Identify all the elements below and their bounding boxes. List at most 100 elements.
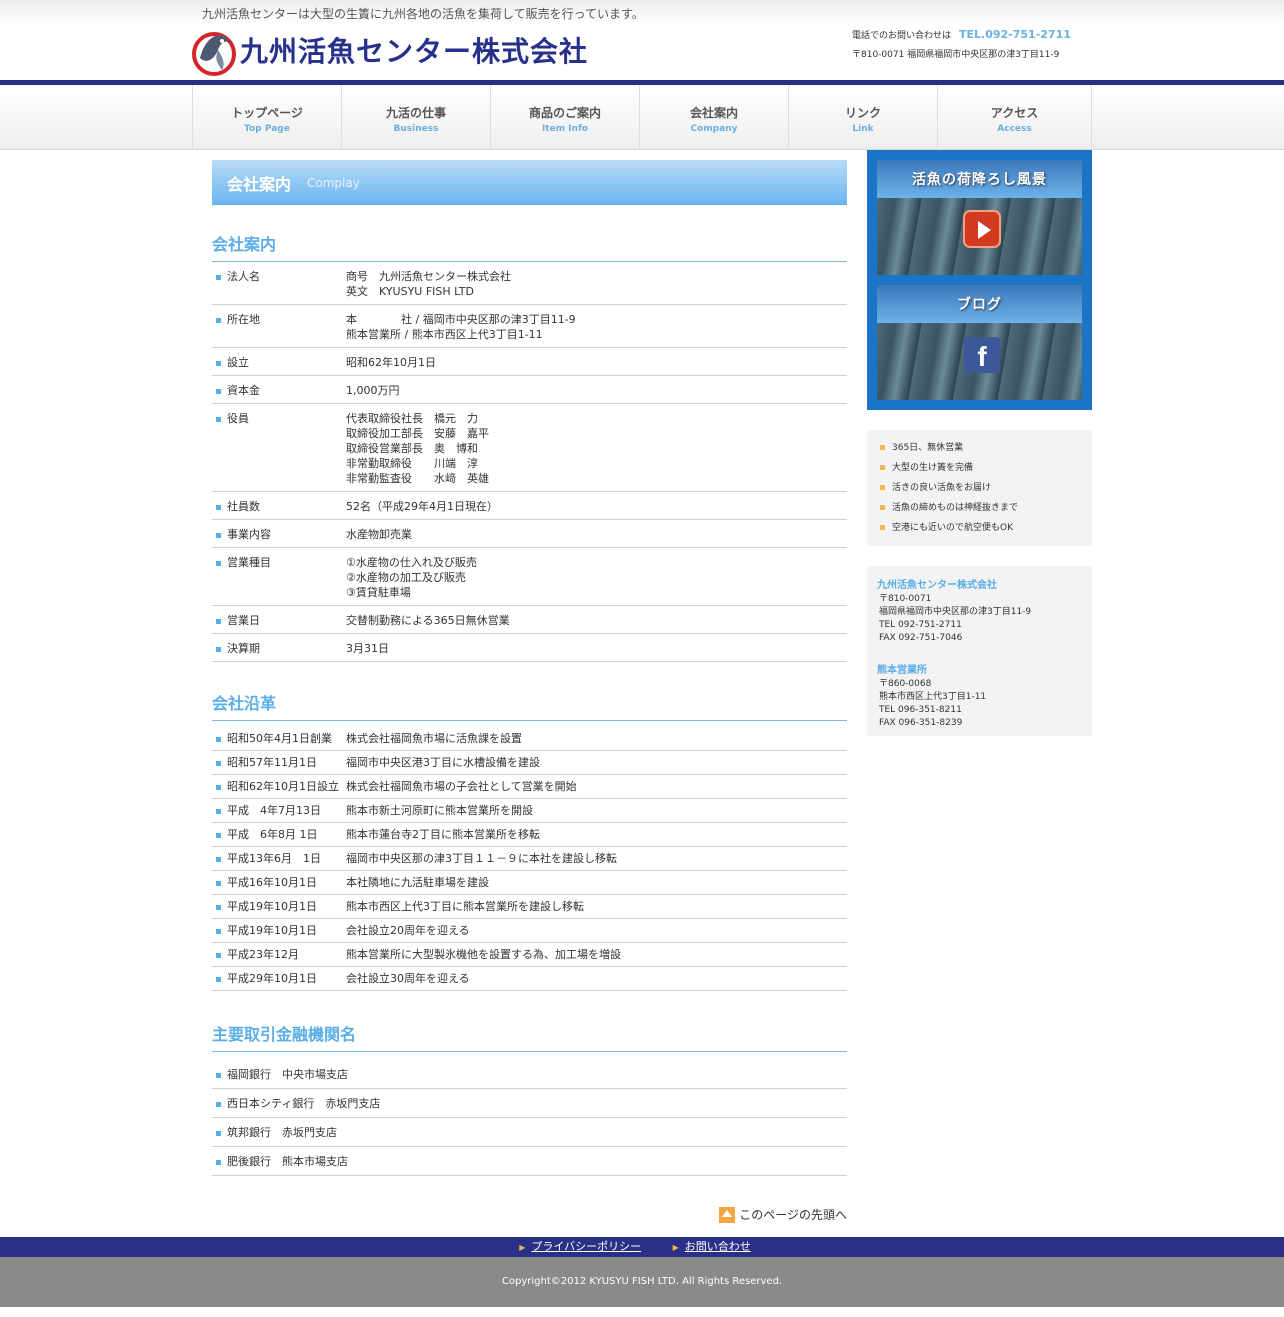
nav-label: 会社案内 — [689, 106, 738, 120]
profile-key: 営業日 — [212, 613, 346, 628]
value-line: 52名（平成29年4月1日現在） — [346, 500, 498, 513]
history-event: 株式会社福岡魚市場の子会社として営業を開始 — [346, 780, 577, 793]
nav-sublabel: Business — [393, 124, 439, 134]
site-logo[interactable]: 九州活魚センター株式会社 — [192, 24, 588, 76]
profile-value: 3月31日 — [346, 641, 389, 656]
header-contact: 電話でのお問い合わせは TEL.092-751-2711 〒810-0071 福岡… — [852, 28, 1071, 60]
feature-item: 活魚の締めものは神経抜きまで — [877, 500, 1082, 520]
profile-value: 水産物卸売業 — [346, 527, 412, 542]
profile-key: 設立 — [212, 355, 346, 370]
banner-title: 活魚の荷降ろし風景 — [877, 160, 1082, 198]
nav-sublabel: Company — [690, 124, 738, 134]
history-row: 昭和50年4月1日創業 株式会社福岡魚市場に活魚課を設置 — [212, 727, 847, 751]
blog-banner[interactable]: ブログ f — [877, 285, 1082, 400]
history-date: 平成29年10月1日 — [212, 971, 346, 986]
bank-name: 西日本シティ銀行 赤坂門支店 — [212, 1096, 380, 1111]
profile-key: 事業内容 — [212, 527, 346, 542]
office-line: 熊本市西区上代3丁目1-11 — [879, 692, 987, 702]
profile-row: 決算期 3月31日 — [212, 634, 847, 662]
triangle-right-icon: ▶ — [672, 1243, 679, 1252]
history-row: 昭和57年11月1日 福岡市中央区港3丁目に水槽設備を建設 — [212, 751, 847, 775]
nav-sublabel: Item Info — [541, 124, 589, 134]
profile-row: 資本金 1,000万円 — [212, 376, 847, 404]
profile-key: 所在地 — [212, 312, 346, 342]
banks-heading: 主要取引金融機関名 — [212, 1021, 847, 1052]
nav-company[interactable]: 会社案内 Company — [640, 85, 789, 149]
office-line: TEL 096-351-8211 — [879, 705, 962, 715]
profile-key: 社員数 — [212, 499, 346, 514]
bank-row: 西日本シティ銀行 赤坂門支店 — [212, 1089, 847, 1118]
history-date: 平成19年10月1日 — [212, 899, 346, 914]
value-line: 1,000万円 — [346, 384, 400, 397]
history-row: 平成13年6月 1日 福岡市中央区那の津3丁目１１－９に本社を建設し移転 — [212, 847, 847, 871]
nav-top-page[interactable]: トップページ Top Page — [193, 85, 342, 149]
profile-key: 役員 — [212, 411, 346, 486]
nav-link[interactable]: リンク Link — [789, 85, 938, 149]
fish-logo-icon — [192, 24, 236, 76]
page-title: 会社案内 Complay — [212, 160, 847, 205]
profile-value: 1,000万円 — [346, 383, 400, 398]
nav-access[interactable]: アクセス Access — [938, 85, 1092, 149]
history-event: 熊本営業所に大型製氷機他を設置する為、加工場を増設 — [346, 948, 621, 961]
contact-link[interactable]: お問い合わせ — [685, 1240, 751, 1253]
profile-row: 事業内容 水産物卸売業 — [212, 520, 847, 548]
site-header: 九州活魚センターは大型の生簀に九州各地の活魚を集荷して販売を行っています。 九州… — [0, 0, 1284, 80]
profile-value: ①水産物の仕入れ及び販売 ②水産物の加工及び販売 ③賃貸駐車場 — [346, 555, 477, 600]
history-row: 平成29年10月1日 会社設立30周年を迎える — [212, 967, 847, 991]
nav-label: 九活の仕事 — [385, 106, 446, 120]
history-row: 平成 4年7月13日 熊本市新土河原町に熊本営業所を開設 — [212, 799, 847, 823]
unloading-video-banner[interactable]: 活魚の荷降ろし風景 — [877, 160, 1082, 275]
history-event: 熊本市西区上代3丁目に熊本営業所を建設し移転 — [346, 900, 584, 913]
page-title-en: Complay — [307, 175, 360, 190]
value-line: ①水産物の仕入れ及び販売 — [346, 556, 477, 569]
nav-item-info[interactable]: 商品のご案内 Item Info — [491, 85, 640, 149]
office-line: 〒810-0071 — [879, 594, 932, 604]
site-footer: Copyright©2012 KYUSYU FISH LTD. All Righ… — [0, 1257, 1284, 1307]
feature-item: 活きの良い活魚をお届け — [877, 480, 1082, 500]
history-row: 平成16年10月1日 本社隣地に九活駐車場を建設 — [212, 871, 847, 895]
history-date: 平成13年6月 1日 — [212, 851, 346, 866]
profile-value: 交替制勤務による365日無休営業 — [346, 613, 510, 628]
office-line: FAX 092-751-7046 — [879, 633, 963, 643]
value-line: 3月31日 — [346, 642, 389, 655]
office-name: 九州活魚センター株式会社 — [877, 580, 997, 591]
history-row: 平成19年10月1日 会社設立20周年を迎える — [212, 919, 847, 943]
history-row: 平成 6年8月 1日 熊本市蓮台寺2丁目に熊本営業所を移転 — [212, 823, 847, 847]
profile-row: 所在地本 社 / 福岡市中央区那の津3丁目11-9 熊本営業所 / 熊本市西区上代… — [212, 305, 847, 348]
office-line: 〒860-0068 — [879, 679, 932, 689]
nav-sublabel: Access — [997, 124, 1032, 134]
history-event: 本社隣地に九活駐車場を建設 — [346, 876, 489, 889]
history-event: 福岡市中央区那の津3丁目１１－９に本社を建設し移転 — [346, 852, 617, 865]
nav-label: 商品のご案内 — [528, 106, 601, 120]
sidebar: 活魚の荷降ろし風景 ブログ f 365日、無休営業 大型の生け簀を完備 活きの良… — [867, 150, 1092, 736]
nav-label: トップページ — [231, 106, 303, 120]
nav-business[interactable]: 九活の仕事 Business — [342, 85, 491, 149]
nav-sublabel: Link — [852, 124, 874, 134]
history-row: 昭和62年10月1日設立 株式会社福岡魚市場の子会社として営業を開始 — [212, 775, 847, 799]
value-line: 非常勤取締役 川端 淳 — [346, 457, 478, 470]
bank-row: 福岡銀行 中央市場支店 — [212, 1060, 847, 1089]
banner-photo — [877, 198, 1082, 275]
copyright: Copyright©2012 KYUSYU FISH LTD. All Righ… — [501, 1276, 783, 1287]
profile-row: 営業種目 ①水産物の仕入れ及び販売 ②水産物の加工及び販売 ③賃貸駐車場 — [212, 548, 847, 606]
feature-item: 365日、無休営業 — [877, 440, 1082, 460]
header-address: 〒810-0071 福岡県福岡市中央区那の津3丁目11-9 — [852, 50, 1060, 60]
triangle-right-icon: ▶ — [519, 1243, 526, 1252]
banks-list: 福岡銀行 中央市場支店 西日本シティ銀行 赤坂門支店 筑邦銀行 赤坂門支店 肥後… — [212, 1060, 847, 1176]
history-event: 会社設立20周年を迎える — [346, 924, 470, 937]
header-tel[interactable]: TEL.092-751-2711 — [959, 28, 1071, 41]
profile-value: 商号 九州活魚センター株式会社 英文 KYUSYU FISH LTD — [346, 269, 511, 299]
bank-row: 筑邦銀行 赤坂門支店 — [212, 1118, 847, 1147]
profile-value: 代表取締役社長 橋元 力取締役加工部長 安藤 嘉平 取締役営業部長 奥 博和 非常勤… — [346, 411, 489, 486]
office-line: TEL 092-751-2711 — [879, 620, 962, 630]
history-date: 昭和50年4月1日創業 — [212, 731, 346, 746]
history-heading: 会社沿革 — [212, 690, 847, 721]
privacy-policy-link[interactable]: プライバシーポリシー — [531, 1240, 641, 1253]
page-top-link[interactable]: このページの先頭へ — [212, 1206, 847, 1223]
profile-table: 法人名 商号 九州活魚センター株式会社 英文 KYUSYU FISH LTD 所在地… — [212, 262, 847, 662]
value-line: 熊本営業所 / 熊本市西区上代3丁目1-11 — [346, 328, 543, 341]
global-nav: トップページ Top Page 九活の仕事 Business 商品のご案内 Item … — [0, 85, 1284, 150]
feature-list: 365日、無休営業 大型の生け簀を完備 活きの良い活魚をお届け 活魚の締めものは… — [867, 430, 1092, 546]
office-line: FAX 096-351-8239 — [879, 718, 963, 728]
profile-row: 法人名 商号 九州活魚センター株式会社 英文 KYUSYU FISH LTD — [212, 262, 847, 305]
